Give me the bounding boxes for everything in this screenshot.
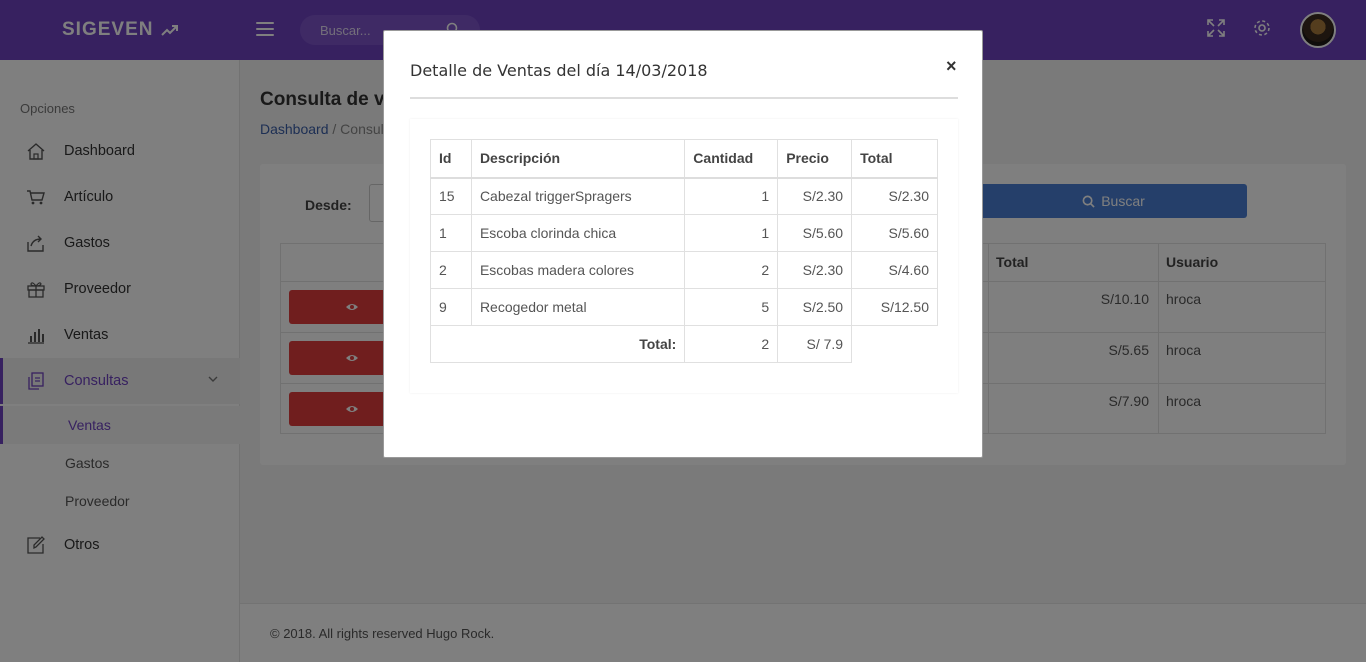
column-header-precio: Precio — [777, 139, 853, 179]
cell-total: S/5.60 — [851, 214, 938, 252]
sales-detail-table: Id Descripción Cantidad Precio Total 15 … — [429, 139, 938, 363]
total-cantidad: 2 — [684, 325, 779, 363]
cell-id: 2 — [430, 251, 472, 289]
total-label: Total: — [429, 325, 685, 363]
cell-total: S/4.60 — [851, 251, 938, 289]
cell-total: S/12.50 — [851, 288, 938, 326]
cell-total: S/2.30 — [851, 177, 938, 215]
table-header-row: Id Descripción Cantidad Precio Total — [430, 139, 938, 179]
cell-id: 9 — [430, 288, 472, 326]
cell-id: 1 — [430, 214, 472, 252]
cell-cantidad: 1 — [684, 177, 779, 215]
total-amount: S/ 7.9 — [777, 325, 853, 363]
column-header-total: Total — [851, 139, 938, 179]
table-row: 2 Escobas madera colores 2 S/2.30 S/4.60 — [430, 251, 938, 289]
table-row: 9 Recogedor metal 5 S/2.50 S/12.50 — [430, 288, 938, 326]
cell-descripcion: Cabezal triggerSpragers — [470, 177, 686, 215]
table-row: 15 Cabezal triggerSpragers 1 S/2.30 S/2.… — [430, 177, 938, 215]
cell-precio: S/2.50 — [777, 288, 853, 326]
cell-cantidad: 5 — [684, 288, 779, 326]
cell-descripcion: Escobas madera colores — [470, 251, 686, 289]
cell-precio: S/2.30 — [777, 177, 853, 215]
column-header-cantidad: Cantidad — [684, 139, 779, 179]
cell-id: 15 — [430, 177, 472, 215]
sales-detail-modal: Detalle de Ventas del día 14/03/2018 × I… — [383, 30, 983, 458]
modal-body: Id Descripción Cantidad Precio Total 15 … — [410, 119, 958, 393]
cell-cantidad: 1 — [684, 214, 779, 252]
column-header-descripcion: Descripción — [470, 139, 686, 179]
column-header-id: Id — [430, 139, 472, 179]
table-row: 1 Escoba clorinda chica 1 S/5.60 S/5.60 — [430, 214, 938, 252]
cell-descripcion: Escoba clorinda chica — [470, 214, 686, 252]
cell-descripcion: Recogedor metal — [470, 288, 686, 326]
cell-cantidad: 2 — [684, 251, 779, 289]
table-total-row: Total: 2 S/ 7.9 — [429, 325, 938, 363]
modal-title: Detalle de Ventas del día 14/03/2018 — [410, 61, 708, 80]
modal-divider — [410, 97, 958, 99]
cell-precio: S/2.30 — [777, 251, 853, 289]
close-icon[interactable]: × — [946, 56, 957, 77]
cell-precio: S/5.60 — [777, 214, 853, 252]
